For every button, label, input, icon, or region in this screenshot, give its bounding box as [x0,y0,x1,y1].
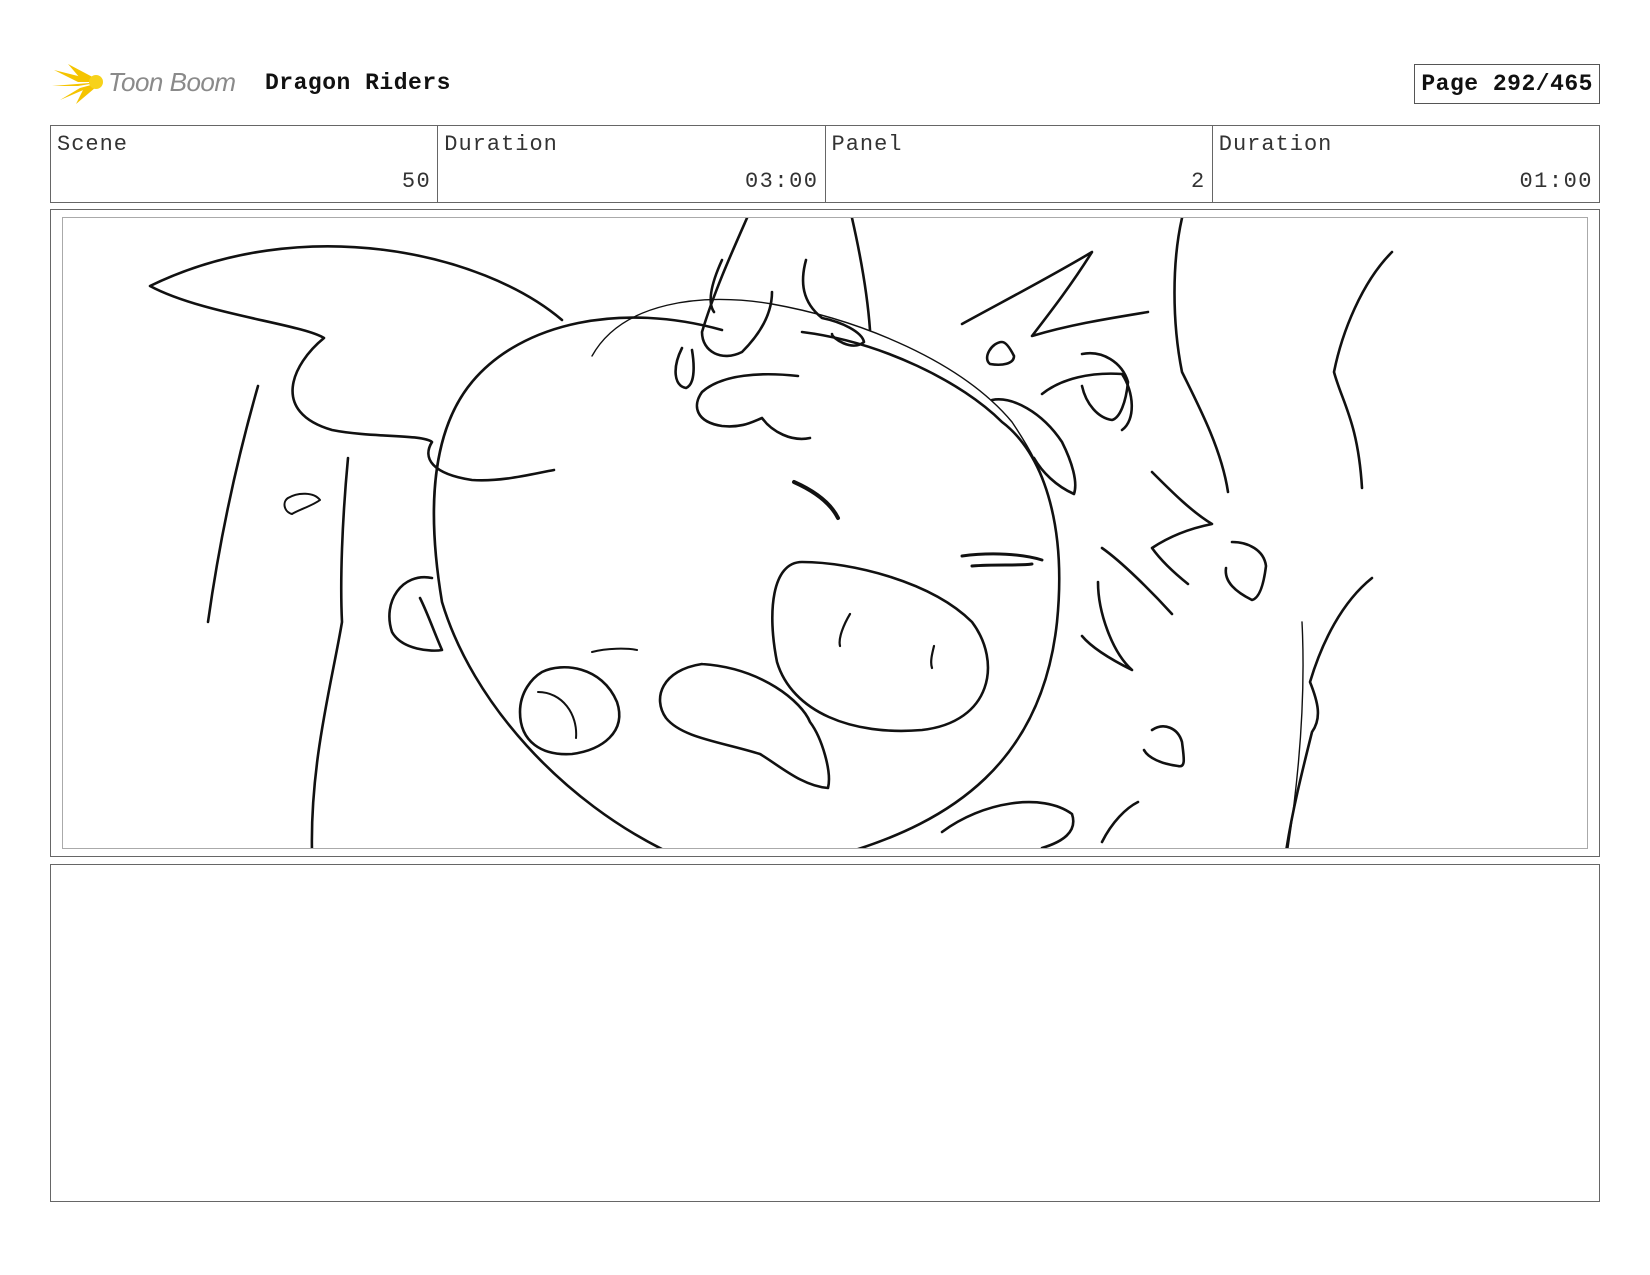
hand-finger [674,346,695,390]
brow-shape [695,372,812,441]
dragon-spikes [1080,580,1134,672]
panel-image-area [62,217,1588,849]
mouth [658,662,831,790]
notes-box [50,864,1600,1202]
ear-shape [148,245,564,482]
shot-info-table: Scene 50 Duration 03:00 Panel 2 Duration… [50,125,1600,203]
scene-duration-cell: Duration 03:00 [438,126,826,202]
dragon-spikes [960,250,1150,432]
project-title: Dragon Riders [265,70,451,96]
dragon-spikes [1080,351,1130,422]
wind-stroke [1173,218,1230,494]
closed-eye [960,552,1044,568]
toon-boom-logo: Toon Boom [50,60,236,104]
body-line [206,384,350,848]
storyboard-header: Toon Boom Dragon Riders Page 292/465 [50,56,1600,108]
panel-duration-cell: Duration 01:00 [1213,126,1599,202]
scene-label: Scene [57,132,129,157]
panel-cell: Panel 2 [826,126,1213,202]
hand-finger [850,218,872,332]
dragon-spikes [940,800,1140,848]
dragon-spikes [1224,540,1268,602]
panel-frame [50,209,1600,857]
scene-cell: Scene 50 [51,126,439,202]
page-number: Page 292/465 [1414,64,1600,104]
panel-label: Panel [831,132,903,157]
scene-duration-value: 03:00 [744,169,819,194]
cheek [388,575,444,652]
dragon-spikes [985,340,1016,367]
hair-line [591,298,1048,493]
scene-duration-label: Duration [444,132,558,157]
snout [771,560,990,733]
wind-stroke [1332,250,1394,490]
panel-value: 2 [1191,169,1206,194]
droplet [283,492,321,515]
panel-duration-value: 01:00 [1519,169,1593,194]
scene-value: 50 [401,169,432,194]
nostril [838,612,936,670]
wind-stroke [1285,576,1374,848]
closed-eye [792,480,840,520]
sketch-drawing [148,218,1394,848]
dragon-spikes [1100,470,1214,616]
wind-stroke [1287,621,1304,848]
panel-duration-label: Duration [1218,132,1333,157]
dragon-spikes [1142,725,1186,768]
head-outline [432,316,1061,848]
eye-lashes [537,647,638,739]
logo-text: Toon Boom [108,66,236,97]
starburst-icon [52,64,103,104]
